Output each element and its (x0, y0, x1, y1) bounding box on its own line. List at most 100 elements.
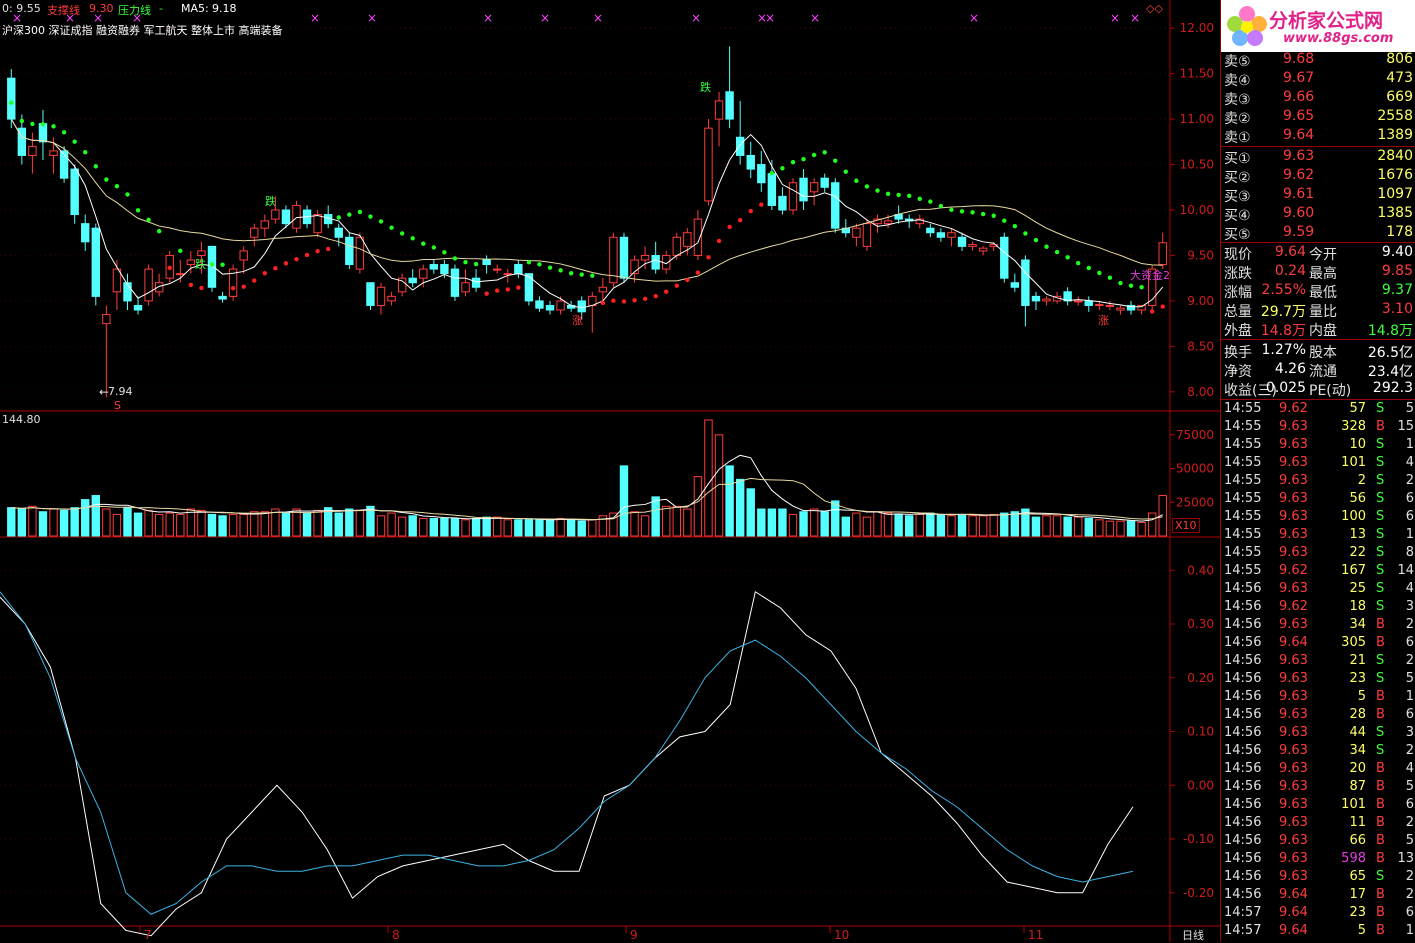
candle-up (862, 223, 872, 247)
sell-level-volume: 473 (1386, 70, 1413, 86)
tick-price: 9.64 (1279, 887, 1308, 902)
candle-down (799, 177, 808, 202)
tick-row: 14:55 9.63 100 S 6 (1221, 508, 1415, 526)
sell-level-volume: 669 (1386, 89, 1413, 105)
tick-row: 14:55 9.63 56 S 6 (1221, 490, 1415, 508)
tick-side: B (1376, 617, 1385, 632)
volume-bar-down (1000, 512, 1009, 537)
diamond-icon[interactable]: ◇◇ (1146, 2, 1163, 15)
sar-dot (568, 271, 574, 276)
tick-count: 2 (1405, 869, 1414, 884)
sell-level-price: 9.67 (1283, 70, 1315, 86)
tick-side: S (1376, 653, 1385, 668)
volume-bar-up (144, 509, 153, 537)
volume-bar-down (1010, 511, 1020, 537)
tick-volume: 101 (1341, 455, 1366, 470)
candle-down (619, 236, 629, 279)
tick-count: 6 (1405, 905, 1414, 920)
price-axis-label: 10.00 (1180, 203, 1214, 217)
candle-down (281, 209, 291, 225)
candle-down (936, 232, 946, 238)
volume-bar-up (862, 516, 872, 537)
quote-label: 流通 (1309, 364, 1337, 380)
candle-up (683, 232, 692, 247)
sar-dot (484, 291, 489, 296)
macd-axis-label: 0.10 (1187, 725, 1214, 739)
sar-dot (252, 278, 257, 283)
tick-row: 14:55 9.63 10 S 1 (1221, 436, 1415, 454)
tick-count: 2 (1405, 617, 1414, 632)
tick-side: S (1376, 725, 1385, 740)
tick-side: S (1376, 671, 1385, 686)
top-marker: × (969, 11, 979, 25)
tick-side: B (1376, 761, 1385, 776)
candle-down (366, 282, 375, 306)
sell-row: 卖① 9.64 1389 (1221, 126, 1415, 146)
tick-volume: 34 (1349, 743, 1366, 758)
candle-down (345, 236, 354, 266)
candle-up (112, 268, 122, 293)
volume-bar-up (387, 512, 396, 537)
sar-dot (188, 282, 194, 288)
ma5-line (10, 118, 1164, 309)
tick-count: 6 (1405, 509, 1414, 524)
quote-label: 最低 (1309, 285, 1337, 301)
tick-volume: 101 (1341, 797, 1366, 812)
sar-dot (801, 156, 806, 162)
candle-down (725, 91, 734, 120)
quote-value: 1.27% (1261, 342, 1306, 358)
quote-value: 9.85 (1381, 263, 1413, 279)
tick-volume: 328 (1341, 419, 1366, 434)
tick-row: 14:56 9.63 44 S 3 (1221, 724, 1415, 742)
tick-volume: 20 (1349, 761, 1366, 776)
tick-side: B (1376, 851, 1385, 866)
ma5-value: 9.18 (212, 2, 237, 15)
sar-dot (325, 246, 331, 252)
tick-row: 14:56 9.63 65 S 2 (1221, 868, 1415, 886)
sar-dot (695, 270, 701, 275)
quote-label: 外盘 (1224, 323, 1252, 339)
tick-time: 14:55 (1224, 419, 1262, 434)
candle-up (883, 220, 893, 225)
quote-label: 股本 (1309, 345, 1337, 361)
tick-row: 14:56 9.64 17 B 2 (1221, 886, 1415, 904)
sar-dot (209, 262, 215, 267)
sar-dot (1118, 280, 1123, 286)
sar-dot (135, 208, 141, 213)
volume-bar-down (1063, 516, 1072, 537)
volume-bar-down (345, 508, 354, 537)
volume-bar-down (1084, 517, 1093, 537)
volume-bar-down (17, 508, 27, 537)
quote-row: 换手 1.27% 股本 26.5亿 (1221, 341, 1415, 361)
candle-up (144, 268, 153, 302)
tick-count: 6 (1405, 797, 1414, 812)
sar-dot (970, 210, 975, 215)
tick-volume: 5 (1357, 923, 1366, 938)
sar-dot (917, 196, 922, 202)
candle-up (598, 286, 608, 293)
volume-bar-up (28, 505, 37, 537)
volume-bar-up (250, 511, 259, 537)
candle-down (535, 300, 544, 309)
sar-dot (368, 214, 373, 219)
period-label[interactable]: 日线 (1182, 927, 1204, 943)
tick-time: 14:55 (1224, 455, 1262, 470)
quote-sidebar: 分析家公式网 www.88gs.com 卖⑤ 9.68 806 卖④ 9.67 473 卖③… (1220, 0, 1415, 942)
candle-down (91, 227, 100, 297)
buy-level-label: 买② (1224, 170, 1251, 186)
tick-price: 9.63 (1279, 617, 1308, 632)
volume-bar-down (778, 508, 787, 537)
tick-volume: 17 (1349, 887, 1366, 902)
top-marker: × (367, 11, 377, 25)
volume-bar-up (1147, 512, 1157, 537)
sar-dot (389, 225, 394, 230)
sar-dot (399, 231, 405, 236)
sar-dot (906, 193, 912, 199)
sar-dot (537, 262, 542, 267)
sar-dot (83, 149, 88, 155)
price-axis-label: 8.50 (1187, 339, 1214, 353)
chart-area[interactable]: 12.00 11.50 11.00 10.50 10.00 9.50 9.00 8.50 8.0… (0, 0, 1220, 942)
tick-time: 14:56 (1224, 653, 1262, 668)
volume-bar-up (809, 508, 819, 537)
sell-level-volume: 1389 (1377, 127, 1413, 143)
